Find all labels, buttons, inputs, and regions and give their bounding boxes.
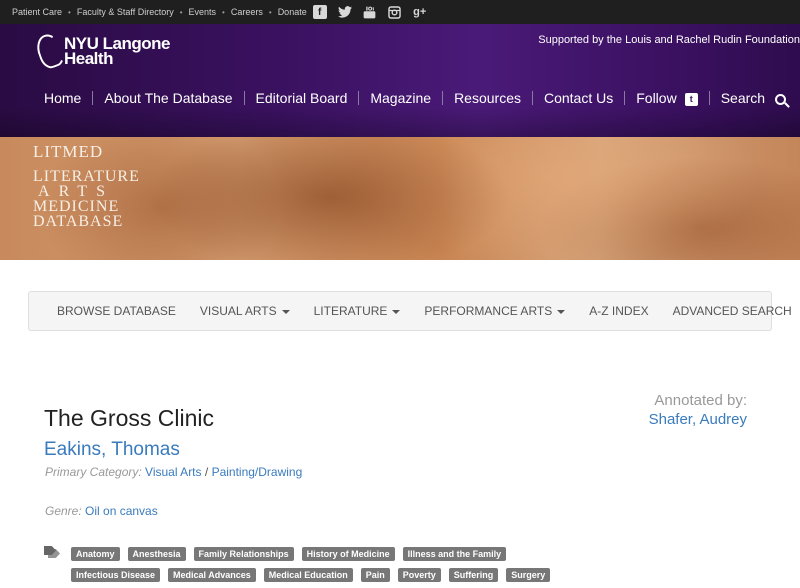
separator-dot: • <box>68 7 71 17</box>
genre-value-link[interactable]: Oil on canvas <box>85 504 158 518</box>
nav-divider <box>92 91 94 105</box>
nav-search-label: Search <box>720 90 766 106</box>
keyword-tags: Anatomy Anesthesia Family Relationships … <box>71 547 591 582</box>
subnav-a-z-index[interactable]: A-Z INDEX <box>577 304 660 318</box>
litmed-wordmark[interactable]: LITMED LITERATURE ARTS MEDICINE DATABASE <box>33 142 140 230</box>
nav-magazine[interactable]: Magazine <box>370 90 431 106</box>
caret-down-icon <box>392 309 401 314</box>
donate-link[interactable]: Donate <box>278 7 307 17</box>
primary-category: Primary Category: Visual Arts / Painting… <box>45 465 302 479</box>
nav-divider <box>624 91 626 105</box>
support-text: Supported by the Louis and Rachel Rudin … <box>538 34 800 46</box>
primary-category-label: Primary Category: <box>45 465 142 479</box>
logo-line-2: Health <box>64 49 113 68</box>
tag-anesthesia[interactable]: Anesthesia <box>127 547 186 561</box>
search-icon <box>775 93 787 105</box>
nav-divider <box>243 91 245 105</box>
annotated-by-label: Annotated by: <box>654 392 747 409</box>
caret-down-icon <box>557 309 566 314</box>
banner-subtitle: LITERATURE ARTS MEDICINE DATABASE <box>33 168 140 230</box>
nav-follow-label: Follow <box>636 90 677 106</box>
nav-divider <box>708 91 710 105</box>
category-painting-drawing-link[interactable]: Painting/Drawing <box>212 465 303 479</box>
litmed-banner: LITMED LITERATURE ARTS MEDICINE DATABASE <box>0 137 800 260</box>
tag-medical-education[interactable]: Medical Education <box>263 568 353 582</box>
tag-medical-advances[interactable]: Medical Advances <box>168 568 256 582</box>
category-separator: / <box>204 465 209 479</box>
facebook-icon[interactable]: f <box>312 5 327 19</box>
main-navigation: Home About The Database Editorial Board … <box>44 90 787 106</box>
subnav-browse-database[interactable]: BROWSE DATABASE <box>45 304 188 318</box>
banner-arts: ARTS <box>38 183 114 200</box>
genre-label: Genre: <box>45 504 82 518</box>
tag-surgery[interactable]: Surgery <box>506 568 551 582</box>
youtube-icon[interactable] <box>363 5 377 19</box>
separator-dot: • <box>222 7 225 17</box>
google-plus-icon[interactable]: g+ <box>413 5 427 19</box>
tag-infectious-disease[interactable]: Infectious Disease <box>71 568 161 582</box>
database-navigation: BROWSE DATABASE VISUAL ARTS LITERATURE P… <box>28 291 792 331</box>
banner-database: DATABASE <box>33 213 124 230</box>
logo-text: NYU Langone Health <box>64 35 170 68</box>
nav-search[interactable]: Search <box>720 90 787 106</box>
banner-literature: LITERATURE <box>33 168 140 185</box>
site-header: NYU Langone Health Supported by the Loui… <box>0 24 800 137</box>
tag-anatomy[interactable]: Anatomy <box>71 547 120 561</box>
torch-icon <box>32 30 68 72</box>
twitter-icon: t <box>684 92 698 106</box>
banner-litmed: LITMED <box>33 142 104 161</box>
separator-dot: • <box>268 7 272 17</box>
artist-link[interactable]: Eakins, Thomas <box>44 439 180 461</box>
careers-link[interactable]: Careers <box>231 7 263 17</box>
nav-divider <box>442 91 444 105</box>
nav-resources[interactable]: Resources <box>454 90 521 106</box>
caret-down-icon <box>281 309 290 314</box>
social-links: f g+ <box>312 5 427 19</box>
nav-divider <box>358 91 360 105</box>
subnav-performance-arts[interactable]: PERFORMANCE ARTS <box>412 304 577 318</box>
subnav-advanced-search[interactable]: ADVANCED SEARCH <box>661 304 800 318</box>
tag-poverty[interactable]: Poverty <box>397 568 441 582</box>
category-visual-arts-link[interactable]: Visual Arts <box>145 465 201 479</box>
nav-contact-us[interactable]: Contact Us <box>544 90 613 106</box>
nav-follow[interactable]: Follow t <box>636 90 698 106</box>
tag-history-of-medicine[interactable]: History of Medicine <box>301 547 395 561</box>
banner-medicine: MEDICINE <box>33 198 120 215</box>
subnav-visual-arts-label: VISUAL ARTS <box>199 304 277 318</box>
annotator-link[interactable]: Shafer, Audrey <box>649 411 747 428</box>
subnav-literature[interactable]: LITERATURE <box>302 304 413 318</box>
nav-home[interactable]: Home <box>44 90 81 106</box>
utility-bar: Patient Care • Faculty & Staff Directory… <box>0 0 800 24</box>
subnav-literature-label: LITERATURE <box>313 304 388 318</box>
nav-about-database[interactable]: About The Database <box>104 90 232 106</box>
genre: Genre: Oil on canvas <box>45 504 158 518</box>
subnav-visual-arts[interactable]: VISUAL ARTS <box>188 304 302 318</box>
subnav-performance-arts-label: PERFORMANCE ARTS <box>424 304 553 318</box>
separator-dot: • <box>179 7 183 17</box>
tag-family-relationships[interactable]: Family Relationships <box>193 547 294 561</box>
work-title: The Gross Clinic <box>44 405 214 431</box>
tag-illness-and-the-family[interactable]: Illness and the Family <box>402 547 507 561</box>
patient-care-link[interactable]: Patient Care <box>12 7 62 17</box>
nyu-langone-logo[interactable]: NYU Langone Health <box>32 30 170 72</box>
tag-pain[interactable]: Pain <box>360 568 390 582</box>
tag-suffering[interactable]: Suffering <box>448 568 499 582</box>
nav-divider <box>531 91 533 105</box>
faculty-directory-link[interactable]: Faculty & Staff Directory <box>77 7 174 17</box>
twitter-icon[interactable] <box>337 5 352 19</box>
events-link[interactable]: Events <box>189 7 217 17</box>
nav-editorial-board[interactable]: Editorial Board <box>256 90 348 106</box>
instagram-icon[interactable] <box>388 5 402 19</box>
